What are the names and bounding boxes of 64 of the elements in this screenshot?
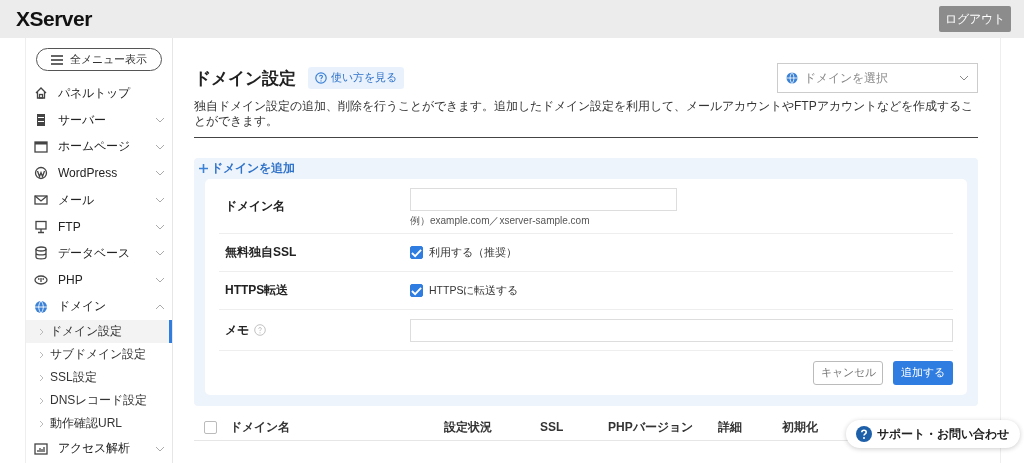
sidebar-subitem[interactable]: SSL設定 [26, 366, 172, 390]
sidebar-item[interactable]: アクセス解析 [26, 435, 172, 462]
support-button[interactable]: サポート・お問い合わせ [846, 420, 1020, 448]
home-icon [34, 86, 48, 101]
sidebar-item[interactable]: FTP [26, 213, 172, 241]
column-header: PHPバージョン [608, 418, 694, 436]
monitor-icon [34, 219, 48, 234]
sidebar-item[interactable]: メール [26, 186, 172, 214]
plus-icon [199, 164, 208, 173]
sidebar-subitem[interactable]: サブドメイン設定 [26, 343, 172, 367]
envelope-icon [34, 193, 48, 208]
sidebar-item[interactable]: ドメイン [26, 293, 172, 321]
sidebar-item[interactable]: データベース [26, 240, 172, 267]
cancel-button[interactable]: キャンセル [813, 361, 883, 385]
menu-button[interactable]: 全メニュー表示 [36, 48, 162, 71]
menu-icon [51, 54, 63, 65]
chevron-icon [959, 75, 969, 81]
sidebar-item[interactable]: PHP [26, 266, 172, 294]
chart-icon [34, 441, 48, 456]
column-header: SSL [540, 420, 565, 434]
description: 独自ドメイン設定の追加、削除を行うことができます。追加したドメイン設定を利用して、メールアカウントやFTPアカウントなどを作成することができます。 [194, 99, 974, 129]
submit-button[interactable]: 追加する [893, 361, 953, 385]
logo: XServer [16, 7, 92, 31]
field-label: ドメイン名 [225, 197, 285, 215]
sidebar-item[interactable]: パネルトップ [26, 80, 172, 107]
domain-select[interactable]: ドメインを選択 [777, 63, 978, 93]
checkbox-label: 利用する（推奨） [429, 245, 517, 260]
chevron-right-icon [39, 327, 44, 336]
input-field[interactable] [410, 188, 677, 211]
question-icon [856, 426, 872, 442]
chevron-right-icon [39, 396, 44, 405]
page-title: ドメイン設定 [194, 67, 296, 90]
database-icon [34, 246, 48, 261]
column-header: 設定状況 [444, 418, 493, 436]
chevron-right-icon [39, 373, 44, 382]
input-field[interactable] [410, 318, 953, 342]
column-header: 詳細 [718, 418, 743, 436]
sidebar-subitem[interactable]: 動作確認URL [26, 412, 172, 436]
php-icon [34, 273, 48, 288]
field-label: HTTPS転送 [225, 282, 289, 299]
question-icon [315, 72, 327, 84]
browser-window-icon [34, 139, 48, 154]
chevron-right-icon [39, 350, 44, 359]
field-label: 無料独自SSL [225, 244, 297, 261]
column-header: ドメイン名 [230, 418, 291, 436]
checkbox-label: HTTPSに転送する [429, 283, 519, 298]
help-link[interactable]: 使い方を見る [308, 67, 404, 89]
hint-text: 例）example.com／xserver-sample.com [410, 214, 591, 228]
checkbox[interactable] [410, 284, 423, 297]
globe-icon [34, 299, 48, 314]
sidebar-item[interactable]: サーバー [26, 106, 172, 134]
sidebar-item[interactable]: ホームページ [26, 133, 172, 161]
sidebar-subitem[interactable]: ドメイン設定 [26, 320, 172, 344]
field-label: メモ [225, 321, 249, 339]
wordpress-icon [34, 166, 48, 181]
checkbox[interactable] [410, 246, 423, 259]
sidebar-item[interactable]: WordPress [26, 160, 172, 187]
add-domain-link[interactable]: ドメインを追加 [199, 162, 967, 175]
checkbox[interactable] [204, 420, 217, 434]
server-icon [34, 113, 48, 128]
globe-icon [786, 72, 798, 84]
chevron-right-icon [39, 419, 44, 428]
column-header: 初期化 [782, 418, 819, 436]
sidebar-subitem[interactable]: DNSレコード設定 [26, 389, 172, 413]
